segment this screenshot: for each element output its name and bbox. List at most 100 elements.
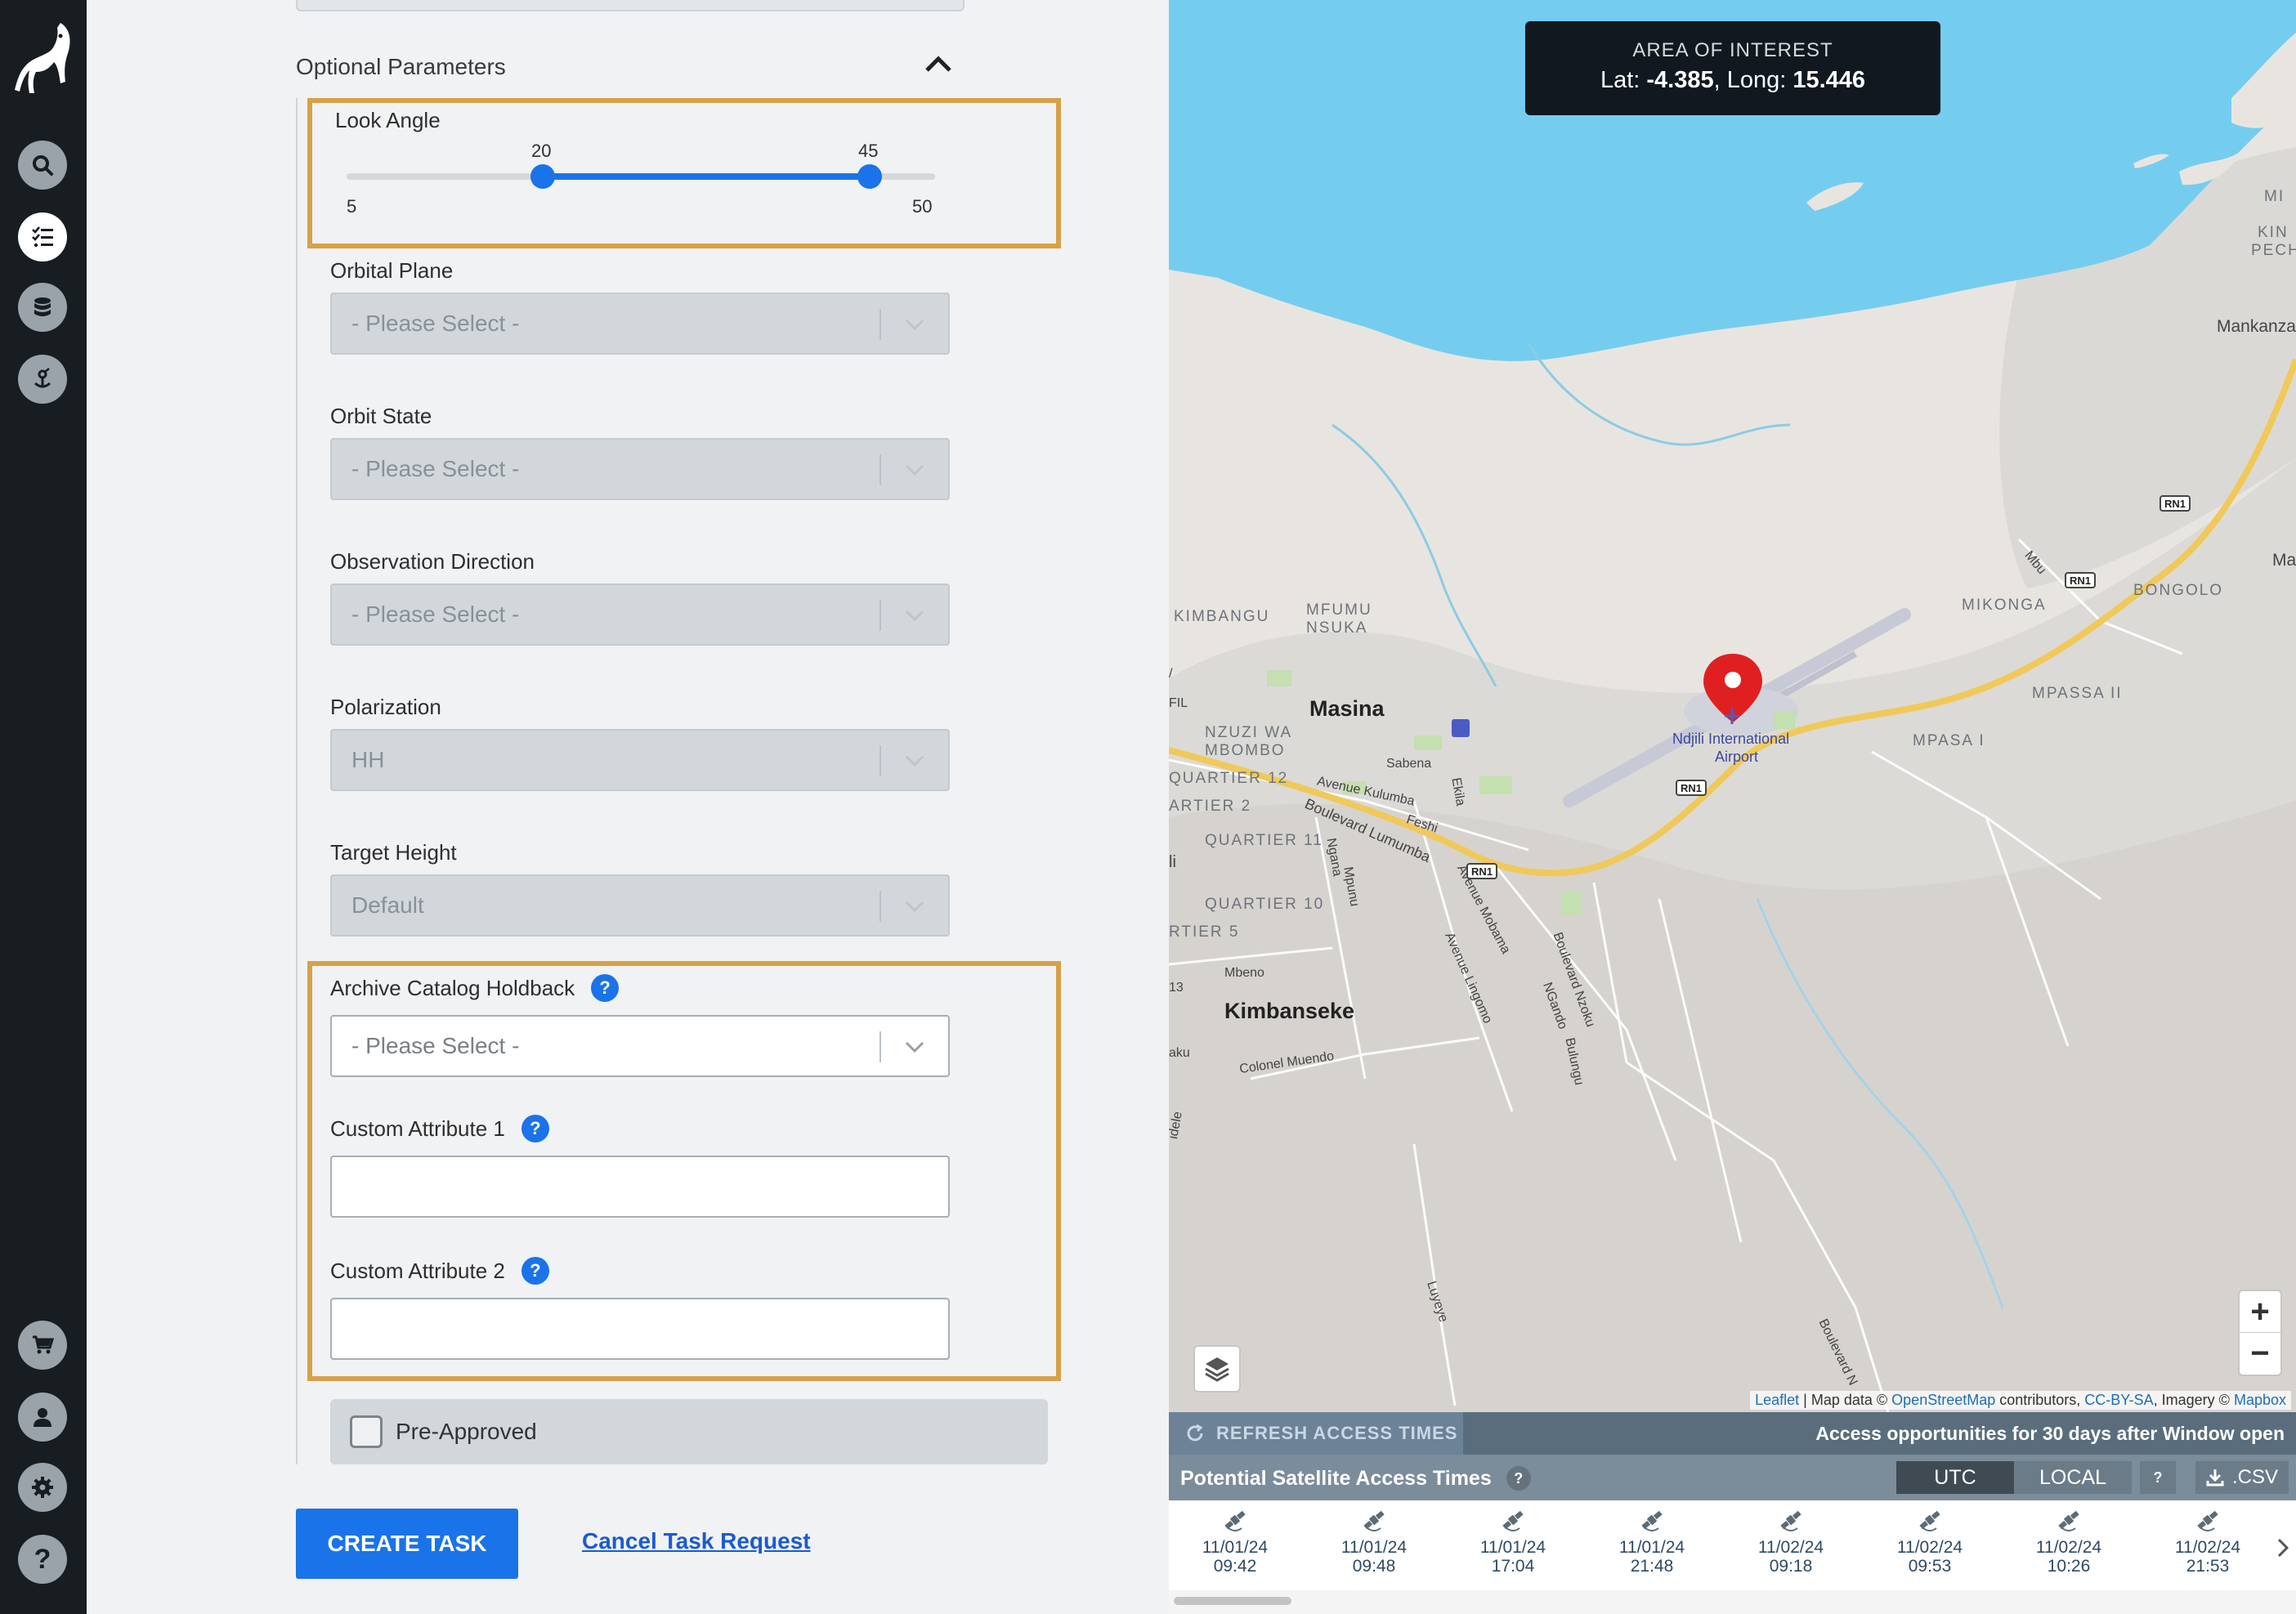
refresh-access-times-button[interactable]: REFRESH ACCESS TIMES [1169,1412,1463,1455]
access-time: 09:53 [1908,1557,1952,1576]
observation-direction-label: Observation Direction [330,549,535,574]
user-button[interactable] [18,1393,67,1442]
satellite-icon [1363,1510,1385,1531]
access-time-slot[interactable]: 11/01/24 09:42 [1190,1507,1280,1576]
layers-button[interactable] [1193,1345,1241,1393]
custom-attribute-1-label-row: Custom Attribute 1 ? [330,1115,549,1142]
help-icon[interactable]: ? [521,1257,549,1285]
map-label: / [1169,667,1173,681]
local-toggle[interactable]: LOCAL [2014,1461,2132,1494]
access-time-slot[interactable]: 11/01/24 17:04 [1468,1507,1558,1576]
select-separator [879,454,881,485]
ccbysa-link[interactable]: CC-BY-SA [2084,1392,2153,1408]
chevron-down-icon [905,610,924,622]
previous-field-bottom [296,0,964,11]
csv-download-button[interactable]: .CSV [2195,1461,2289,1494]
target-height-select[interactable]: Default [330,874,950,937]
cart-button[interactable] [18,1321,67,1370]
map-label: NSUKA [1306,619,1368,637]
look-angle-label: Look Angle [335,108,441,132]
scroll-area [1169,1590,2296,1614]
help-icon[interactable]: ? [591,974,620,1002]
select-separator [879,309,881,340]
timezone-help-button[interactable]: ? [2140,1461,2176,1494]
access-time-slot[interactable]: 11/01/24 21:48 [1607,1507,1697,1576]
access-time-slot[interactable]: 11/02/24 21:53 [2163,1507,2253,1576]
task-list-button[interactable] [18,212,67,262]
lat-value: -4.385 [1646,67,1714,93]
download-icon [2206,1469,2224,1487]
target-height-value: Default [351,892,424,918]
map-label: BONGOLO [2133,582,2224,599]
aoi-title: AREA OF INTEREST [1632,39,1833,61]
map-label: FIL [1169,696,1188,710]
access-time: 21:48 [1630,1557,1674,1576]
satellite-icon [1641,1510,1663,1531]
map-label: QUARTIER 11 [1205,832,1323,849]
cancel-task-link[interactable]: Cancel Task Request [582,1528,811,1554]
osm-link[interactable]: OpenStreetMap [1891,1392,1995,1408]
map-label: MIKONGA [1962,597,2047,614]
utc-toggle[interactable]: UTC [1896,1461,2014,1494]
access-time-slot[interactable]: 11/01/24 09:48 [1329,1507,1419,1576]
pre-approved-row[interactable]: Pre-Approved [330,1399,1048,1464]
access-title: Potential Satellite Access Times [1180,1466,1492,1490]
map-label: KIMBANGU [1174,608,1270,625]
orbit-state-label: Orbit State [330,404,432,428]
access-time-slot[interactable]: 11/02/24 09:53 [1885,1507,1975,1576]
chevron-down-icon [905,1041,924,1053]
look-angle-min-label: 5 [347,196,357,217]
look-angle-slider[interactable] [347,164,935,189]
logo-icon [15,23,70,93]
map-view[interactable]: KIMBANGU MFUMU NSUKA Masina NZUZI WA MBO… [1169,0,2296,1412]
settings-button[interactable] [18,1463,67,1512]
database-icon [34,297,51,316]
help-button[interactable]: ? [18,1535,67,1584]
long-value: 15.446 [1792,67,1866,93]
satellite-icon [1224,1510,1246,1531]
chevron-up-icon[interactable] [922,51,955,75]
map-label: RTIER 5 [1169,923,1240,941]
access-time-slot[interactable]: 11/02/24 10:26 [2024,1507,2114,1576]
map-label: Sabena [1386,757,1432,771]
select-separator [879,745,881,776]
look-angle-min-handle[interactable] [530,164,555,189]
satellite-button[interactable] [18,355,67,404]
map-label: Masina [1309,696,1385,721]
horizontal-scrollbar[interactable] [1174,1597,1291,1605]
search-button[interactable] [18,141,67,190]
archive-holdback-select[interactable]: - Please Select - [330,1015,950,1077]
refresh-label: REFRESH ACCESS TIMES [1216,1423,1458,1443]
pre-approved-checkbox[interactable] [350,1415,383,1448]
map-label: Mbeno [1224,966,1264,980]
aoi-coordinates: Lat: -4.385, Long: 15.446 [1525,67,1940,94]
settings-icon [32,1477,53,1498]
custom-attribute-2-input[interactable] [330,1298,950,1360]
access-time-slot[interactable]: 11/02/24 09:18 [1746,1507,1836,1576]
user-icon [34,1408,51,1427]
leaflet-link[interactable]: Leaflet [1755,1392,1799,1408]
zoom-out-button[interactable]: − [2240,1333,2280,1375]
observation-direction-select[interactable]: - Please Select - [330,583,950,646]
observation-direction-value: - Please Select - [351,601,520,627]
access-header: Potential Satellite Access Times? UTC LO… [1169,1455,2296,1500]
map-label: 13 [1169,981,1184,995]
create-task-button[interactable]: CREATE TASK [296,1509,518,1579]
look-angle-max-handle[interactable] [857,164,882,189]
help-icon[interactable]: ? [521,1115,549,1142]
custom-attribute-1-input[interactable] [330,1156,950,1218]
access-time: 09:42 [1213,1557,1257,1576]
map-label: Kimbanseke [1224,999,1355,1023]
chevron-right-icon[interactable] [2275,1536,2291,1559]
zoom-in-button[interactable]: + [2240,1291,2280,1333]
access-date: 11/01/24 [1340,1538,1408,1557]
mapbox-link[interactable]: Mapbox [2234,1392,2286,1408]
access-time: 09:48 [1352,1557,1396,1576]
orbital-plane-select[interactable]: - Please Select - [330,293,950,355]
layers-icon [1205,1357,1229,1382]
database-button[interactable] [18,283,67,332]
access-date: 11/01/24 [1479,1538,1546,1557]
polarization-select[interactable]: HH [330,729,950,791]
help-icon[interactable]: ? [1506,1466,1531,1491]
orbit-state-select[interactable]: - Please Select - [330,438,950,500]
